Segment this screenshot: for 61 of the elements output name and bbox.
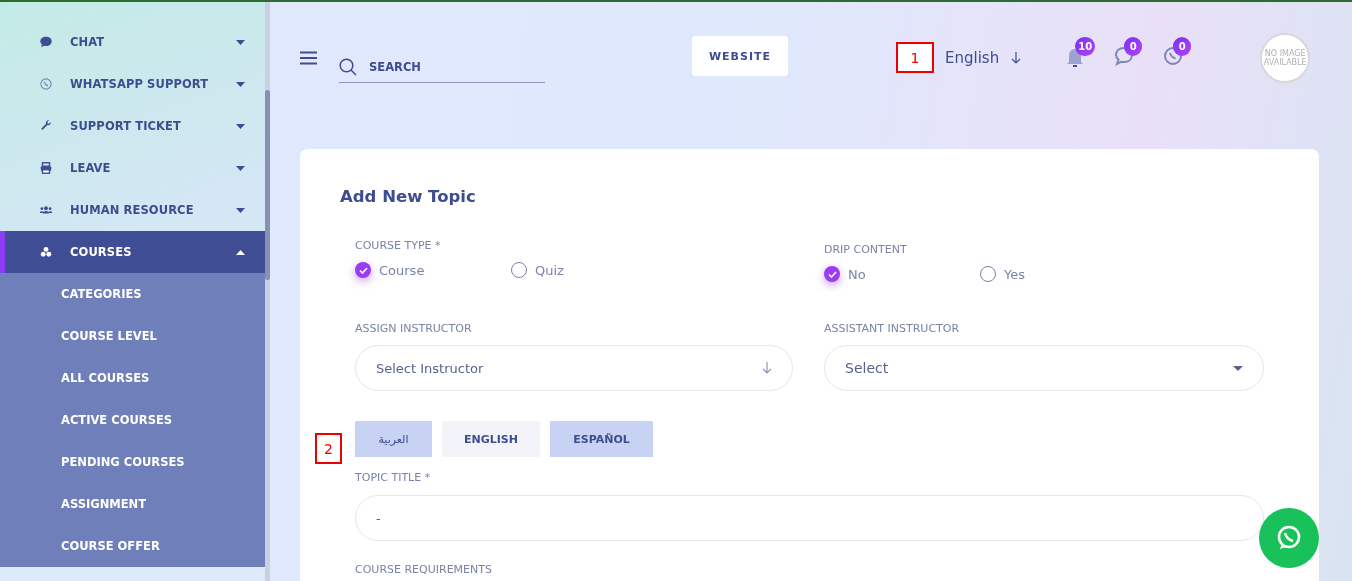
notification-button[interactable]: 0	[1114, 39, 1144, 67]
sidebar-subitem[interactable]: PENDING COURSES	[0, 441, 265, 483]
form-title: Add New Topic	[340, 187, 477, 206]
field-label: COURSE REQUIREMENTS	[355, 563, 493, 576]
arrow-down-icon	[762, 362, 772, 374]
wrench-icon	[39, 119, 53, 133]
field-label: TOPIC TITLE *	[355, 471, 432, 484]
sidebar-item[interactable]: SUPPORT TICKET	[0, 105, 265, 147]
sidebar-item[interactable]: CHAT	[0, 21, 265, 63]
whatsapp-icon	[39, 77, 53, 91]
caret-down-icon	[236, 81, 245, 87]
website-button[interactable]: WEBSITE	[692, 36, 788, 76]
radio-option[interactable]: Quiz	[511, 262, 667, 278]
language-tab[interactable]: العربية	[355, 421, 432, 457]
field-label: ASSIGN INSTRUCTOR	[355, 322, 473, 335]
radio-option[interactable]: Yes	[980, 266, 1136, 282]
sidebar-subitem[interactable]: ALL COURSES	[0, 357, 265, 399]
sidebar-item[interactable]: COURSES	[0, 231, 265, 273]
notification-button[interactable]: 0	[1163, 39, 1193, 67]
menu-icon[interactable]	[300, 51, 317, 65]
annotation-marker: 2	[315, 433, 342, 464]
caret-down-icon	[236, 207, 245, 213]
sidebar-subitem[interactable]: COURSE OFFER	[0, 525, 265, 567]
caret-down-icon	[236, 39, 245, 45]
sidebar-item[interactable]: LEAVE	[0, 147, 265, 189]
caret-up-icon	[236, 249, 245, 255]
scrollbar-thumb[interactable]	[265, 90, 270, 280]
arrow-down-icon	[1011, 52, 1022, 64]
checkmark-icon	[827, 270, 837, 278]
caret-down-icon	[1233, 365, 1243, 371]
annotation-marker: 1	[896, 42, 934, 73]
radio-option[interactable]: Course	[355, 262, 511, 278]
search-icon	[339, 57, 357, 76]
sidebar-subitem[interactable]: CATEGORIES	[0, 273, 265, 315]
sidebar-subitem[interactable]: ASSIGNMENT	[0, 483, 265, 525]
search-field[interactable]: SEARCH	[357, 53, 539, 80]
field-label: ASSISTANT INSTRUCTOR	[824, 322, 961, 335]
caret-down-icon	[236, 165, 245, 171]
sidebar-subitem[interactable]: ACTIVE COURSES	[0, 399, 265, 441]
checkmark-icon	[358, 266, 368, 274]
language-tab[interactable]: ESPAÑOL	[550, 421, 653, 457]
sidebar-item[interactable]: WHATSAPP SUPPORT	[0, 63, 265, 105]
topic-title-field[interactable]: -	[355, 495, 1264, 541]
instructor-select[interactable]: Select Instructor	[355, 345, 793, 391]
cubes-icon	[39, 245, 53, 259]
people-icon	[39, 203, 53, 217]
count-badge: 10	[1075, 37, 1096, 56]
caret-down-icon	[236, 123, 245, 129]
sidebar-item[interactable]: HUMAN RESOURCE	[0, 189, 265, 231]
radio-option[interactable]: No	[824, 266, 980, 282]
sidebar-subitem[interactable]: COURSE LEVEL	[0, 315, 265, 357]
printer-icon	[39, 161, 53, 175]
notification-button[interactable]: 10	[1065, 39, 1095, 67]
field-label: DRIP CONTENT	[824, 243, 908, 256]
language-tab[interactable]: ENGLISH	[442, 421, 540, 457]
language-dropdown[interactable]: English	[945, 49, 1022, 67]
count-badge: 0	[1173, 37, 1192, 56]
count-badge: 0	[1124, 37, 1143, 56]
speech-bubble-icon	[39, 35, 53, 49]
assistant-select[interactable]: Select	[824, 345, 1264, 391]
field-label: COURSE TYPE *	[355, 239, 442, 252]
